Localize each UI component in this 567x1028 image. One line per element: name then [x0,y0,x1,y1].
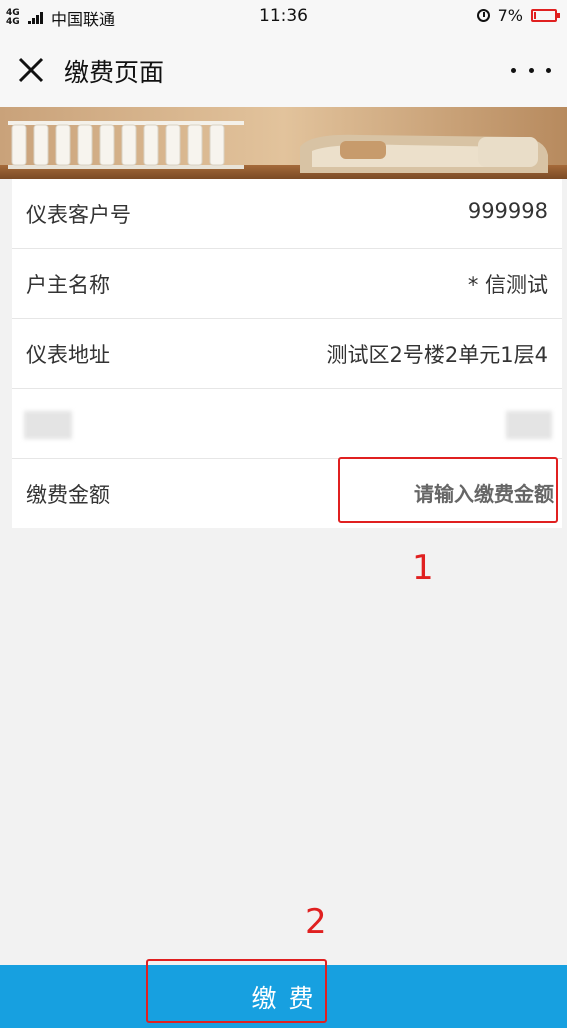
customer-number-label: 仪表客户号 [26,203,131,227]
annotation-number-1: 1 [412,548,434,588]
annotation-number-2: 2 [305,902,327,942]
meter-address-label: 仪表地址 [26,343,110,367]
row-customer-number: 仪表客户号 999998 [12,179,562,249]
redacted-label [24,411,72,439]
redacted-value [506,411,552,439]
owner-name-label: 户主名称 [26,273,110,297]
owner-name-value: * 信测试 [467,273,548,297]
close-button[interactable] [14,53,48,87]
status-bar: 4G 4G 中国联通 11:36 7% [0,0,567,33]
highlight-box-1 [338,457,558,523]
title-bar: 缴费页面 [0,33,567,107]
customer-number-value: 999998 [467,199,548,223]
row-owner-name: 户主名称 * 信测试 [12,249,562,319]
alarm-icon [476,9,490,22]
meter-address-value: 测试区2号楼2单元1层4 [326,343,548,367]
banner-image [0,107,567,179]
page-title: 缴费页面 [64,58,165,87]
payment-amount-label: 缴费金额 [26,483,110,507]
close-icon [18,57,44,83]
battery-icon [531,9,560,22]
status-right: 7% [476,6,560,25]
highlight-box-2 [146,959,327,1023]
row-redacted [12,389,562,459]
more-icon [511,67,516,73]
row-meter-address: 仪表地址 测试区2号楼2单元1层4 [12,319,562,389]
more-button[interactable] [511,55,551,85]
battery-percent: 7% [497,6,523,25]
